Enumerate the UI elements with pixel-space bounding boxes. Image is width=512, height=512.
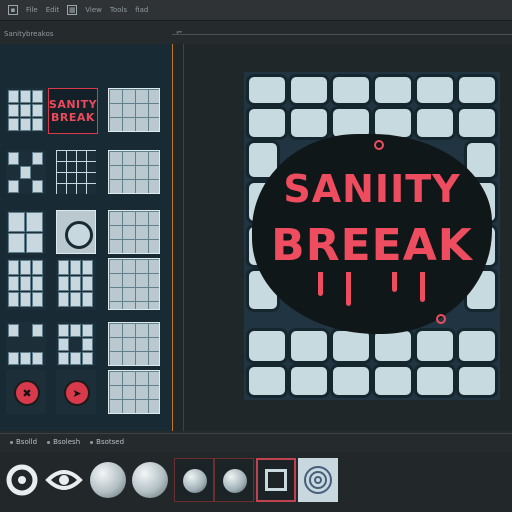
arrow-badge-icon: ➤ (64, 380, 90, 406)
tile-palette: SANITY BREAK ✖ ➤ (0, 44, 173, 431)
palette-tile[interactable] (6, 150, 46, 194)
material-swatches (0, 452, 512, 512)
eye-material-icon (45, 470, 83, 490)
paint-drip (420, 272, 425, 302)
grid-icon[interactable]: ▦ (67, 5, 78, 15)
menu-view[interactable]: View (85, 6, 102, 14)
material-tab-2[interactable]: Bsolesh (47, 438, 80, 446)
artwork-preview[interactable]: SANIITY BREEAK (244, 72, 500, 400)
material-tab-1-label: Bsolld (16, 438, 38, 446)
ring-material-icon (6, 464, 38, 496)
palette-tile[interactable] (56, 150, 96, 194)
circle-icon (65, 221, 93, 249)
material-swatch[interactable] (298, 458, 338, 502)
paint-drip (346, 272, 351, 306)
splat-ring-icon (374, 140, 384, 150)
material-tab-2-label: Bsolesh (53, 438, 81, 446)
menu-bar: ▪ File Edit ▦ View Tools fiad (0, 0, 512, 21)
toolbar-divider (172, 34, 512, 35)
material-swatch[interactable] (88, 458, 128, 502)
palette-tile[interactable] (56, 322, 96, 366)
sphere-material-icon (183, 469, 207, 493)
palette-tile[interactable] (108, 322, 160, 366)
material-swatch-selected[interactable] (256, 458, 296, 502)
palette-tile[interactable] (56, 210, 96, 254)
menu-file[interactable]: File (26, 6, 38, 14)
corner-mark-icon: ⌐ (176, 28, 183, 37)
material-tab-3[interactable]: Bsotsed (90, 438, 124, 446)
canvas-guide-line (183, 44, 184, 431)
secondary-toolbar: Sanitybreakos ⌐ (0, 28, 512, 40)
material-tabs: Bsolld Bsolesh Bsotsed (0, 433, 512, 450)
splat-ring-icon (436, 314, 446, 324)
paint-drip (318, 272, 323, 296)
app-icon[interactable]: ▪ (8, 5, 18, 15)
material-swatch[interactable] (214, 458, 254, 502)
spiral-material-icon (304, 466, 332, 494)
material-swatch[interactable] (130, 458, 170, 502)
square-frame-icon (265, 469, 287, 491)
menu-edit[interactable]: Edit (46, 6, 60, 14)
logo-tile-line2: BREAK (51, 111, 95, 124)
palette-tile[interactable] (6, 210, 46, 254)
artwork-title-line1: SANIITY (283, 167, 461, 211)
palette-tile[interactable] (108, 370, 160, 414)
logo-tile-line1: SANITY (48, 98, 98, 111)
material-tab-3-label: Bsotsed (96, 438, 125, 446)
palette-tile[interactable] (56, 258, 96, 310)
paint-drip (392, 272, 397, 292)
palette-tile[interactable]: ✖ (6, 370, 46, 414)
material-swatch[interactable] (2, 458, 42, 502)
palette-tile[interactable] (108, 150, 160, 194)
palette-tile[interactable] (6, 322, 46, 366)
palette-tile[interactable] (6, 88, 46, 132)
project-label[interactable]: Sanitybreakos (4, 30, 54, 38)
palette-tile[interactable] (6, 258, 46, 310)
artwork-title-line2: BREEAK (271, 220, 473, 271)
sphere-material-icon (223, 469, 247, 493)
material-tab-1[interactable]: Bsolld (10, 438, 37, 446)
menu-fiad[interactable]: fiad (135, 6, 148, 14)
sphere-material-icon (90, 462, 126, 498)
sphere-material-icon (132, 462, 168, 498)
menu-tools[interactable]: Tools (110, 6, 127, 14)
sanity-break-logo-tile[interactable]: SANITY BREAK (48, 88, 98, 134)
palette-tile[interactable]: ➤ (56, 370, 96, 414)
material-swatch[interactable] (174, 458, 214, 502)
material-swatch[interactable] (44, 458, 84, 502)
palette-tile[interactable] (108, 258, 160, 310)
hazard-badge-icon: ✖ (14, 380, 40, 406)
palette-tile[interactable] (108, 210, 160, 254)
palette-tile[interactable] (108, 88, 160, 132)
